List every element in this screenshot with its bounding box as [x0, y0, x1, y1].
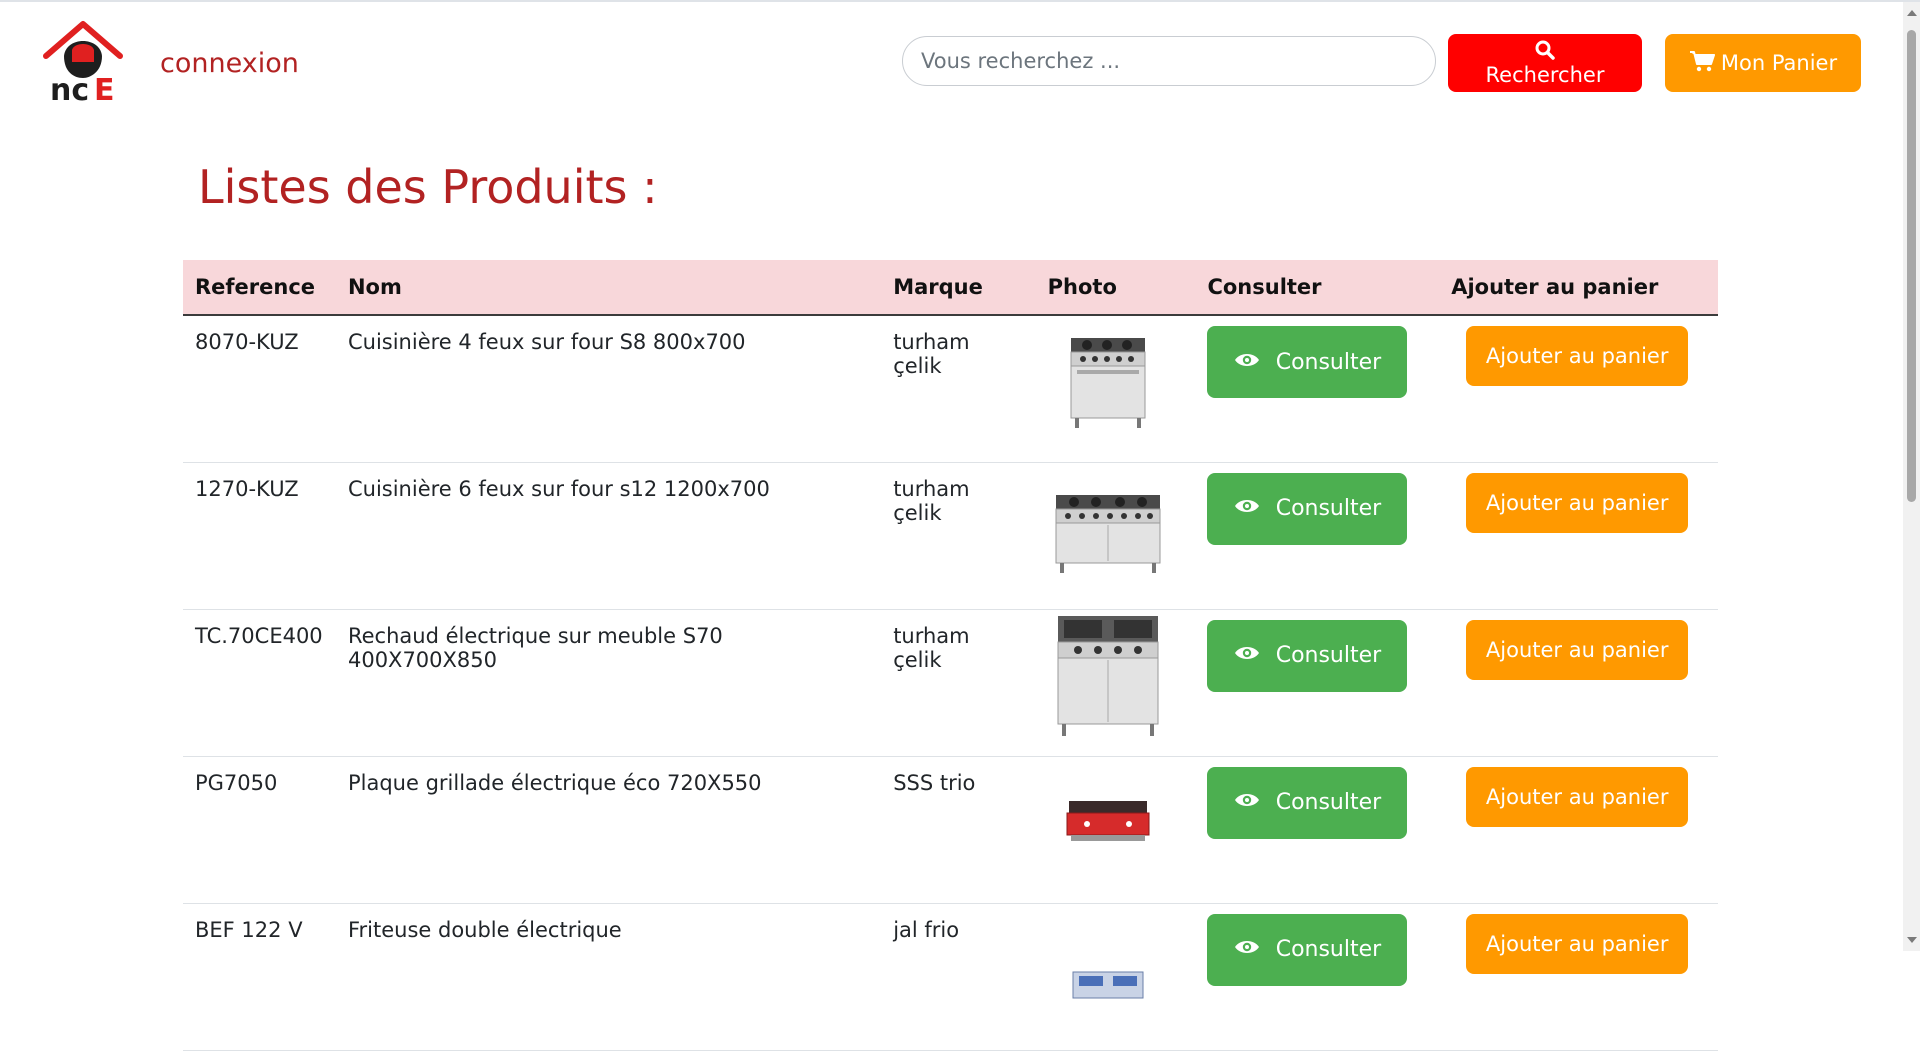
table-row: 8070-KUZ Cuisinière 4 feux sur four S8 8…	[183, 315, 1718, 462]
electric-stove-cabinet-image	[1048, 615, 1168, 736]
eye-icon	[1234, 496, 1260, 521]
column-header-photo: Photo	[1035, 260, 1196, 316]
eye-icon	[1234, 937, 1260, 962]
consult-button-label: Consulter	[1275, 496, 1382, 521]
add-to-cart-button[interactable]: Ajouter au panier	[1466, 913, 1689, 974]
scrollbar-thumb[interactable]	[1907, 30, 1916, 502]
consult-button[interactable]: Consulter	[1207, 766, 1408, 839]
svg-text:E: E	[94, 73, 115, 106]
scroll-down-arrow-icon[interactable]	[1907, 937, 1917, 943]
consult-button-label: Consulter	[1275, 790, 1382, 815]
table-row: BEF 122 V Friteuse double électrique jal…	[183, 903, 1718, 1050]
consult-button-label: Consulter	[1275, 937, 1382, 962]
cell-marque: SSS trio	[893, 770, 976, 795]
eye-icon	[1234, 643, 1260, 668]
eye-icon	[1234, 790, 1260, 815]
scroll-up-arrow-icon[interactable]	[1907, 10, 1917, 16]
cell-marque: turham çelik	[893, 476, 970, 525]
cell-marque: jal frio	[893, 917, 960, 942]
cart-button-label: Mon Panier	[1720, 51, 1838, 75]
page-title: Listes des Produits :	[198, 160, 658, 214]
search-button[interactable]: Rechercher	[1448, 34, 1642, 92]
add-to-cart-button[interactable]: Ajouter au panier	[1466, 619, 1689, 680]
double-fryer-image	[1048, 910, 1168, 1030]
table-header-row: Reference Nom Marque Photo Consulter Ajo…	[183, 260, 1718, 316]
column-header-ajouter: Ajouter au panier	[1439, 260, 1718, 316]
consult-button[interactable]: Consulter	[1207, 619, 1408, 692]
site-logo[interactable]: nc E	[42, 20, 124, 106]
cell-reference: TC.70CE400	[195, 623, 323, 648]
search-icon	[1535, 40, 1555, 62]
cell-reference: 8070-KUZ	[195, 330, 299, 354]
vertical-scrollbar[interactable]	[1903, 2, 1920, 951]
navbar: nc E connexion Rechercher Mon Panier	[0, 2, 1920, 126]
search-button-label: Rechercher	[1485, 63, 1605, 87]
cell-reference: BEF 122 V	[195, 917, 303, 942]
column-header-consulter: Consulter	[1195, 260, 1440, 316]
table-row: PG7050 Plaque grillade électrique éco 72…	[183, 756, 1718, 903]
table-row: TC.70CE400 Rechaud électrique sur meuble…	[183, 609, 1718, 756]
cell-photo	[1036, 609, 1196, 756]
cell-reference: 1270-KUZ	[195, 476, 299, 501]
cell-photo	[1036, 462, 1196, 609]
cell-marque: turham çelik	[893, 330, 970, 378]
cell-nom: Cuisinière 6 feux sur four s12 1200x700	[347, 476, 770, 501]
cell-nom: Plaque grillade électrique éco 720X550	[347, 770, 762, 795]
consult-button-label: Consulter	[1275, 643, 1382, 668]
table-row: 1270-KUZ Cuisinière 6 feux sur four s12 …	[183, 462, 1718, 609]
search-input[interactable]	[902, 36, 1436, 86]
add-to-cart-button[interactable]: Ajouter au panier	[1466, 326, 1689, 386]
svg-text:nc: nc	[50, 73, 89, 106]
cart-button[interactable]: Mon Panier	[1665, 34, 1861, 92]
consult-button[interactable]: Consulter	[1207, 913, 1408, 986]
cell-nom: Rechaud électrique sur meuble S70 400X70…	[347, 623, 723, 672]
consult-button[interactable]: Consulter	[1207, 326, 1408, 398]
cell-photo	[1036, 903, 1196, 1050]
cell-photo	[1036, 756, 1196, 903]
cart-icon	[1689, 50, 1715, 77]
cell-nom: Friteuse double électrique	[347, 917, 622, 942]
six-burner-range-image	[1048, 469, 1168, 589]
add-to-cart-button[interactable]: Ajouter au panier	[1466, 766, 1689, 827]
cell-marque: turham çelik	[893, 623, 970, 672]
consult-button[interactable]: Consulter	[1207, 472, 1408, 545]
eye-icon	[1234, 350, 1260, 375]
four-burner-range-image	[1048, 322, 1168, 442]
cell-nom: Cuisinière 4 feux sur four S8 800x700	[347, 330, 746, 354]
cell-photo	[1036, 315, 1196, 462]
products-table: Reference Nom Marque Photo Consulter Ajo…	[183, 260, 1718, 1051]
add-to-cart-button[interactable]: Ajouter au panier	[1466, 472, 1689, 533]
consult-button-label: Consulter	[1275, 349, 1382, 375]
cell-reference: PG7050	[195, 770, 278, 795]
column-header-nom: Nom	[335, 260, 882, 316]
electric-griddle-image	[1048, 763, 1168, 883]
column-header-reference: Reference	[183, 260, 336, 316]
column-header-marque: Marque	[881, 260, 1036, 316]
login-link[interactable]: connexion	[160, 48, 299, 79]
